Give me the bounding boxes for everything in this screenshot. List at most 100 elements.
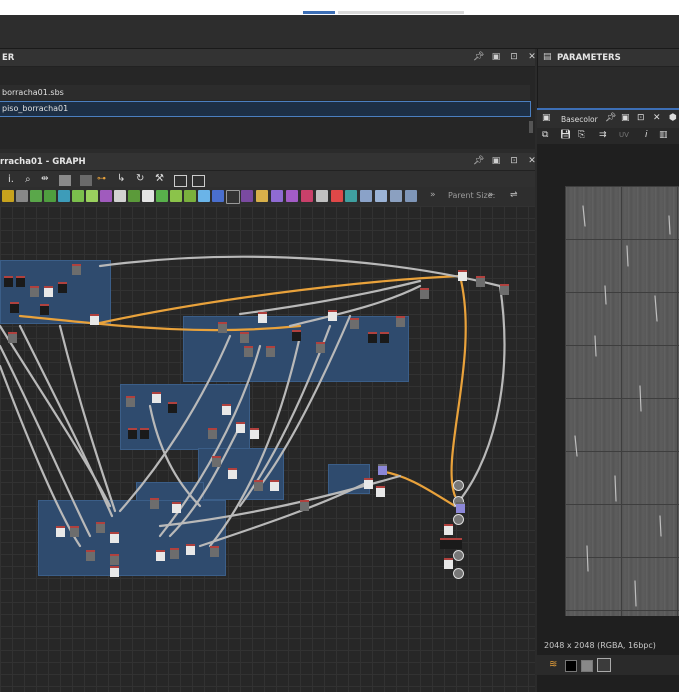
float-icon[interactable]: ▣ bbox=[491, 156, 501, 166]
output-node[interactable] bbox=[453, 568, 464, 579]
maximize-icon[interactable]: ⊡ bbox=[509, 52, 519, 62]
screenshot-icon[interactable] bbox=[174, 175, 187, 187]
maximize-icon[interactable]: ⊡ bbox=[509, 156, 519, 166]
graph-node[interactable] bbox=[266, 346, 275, 357]
pin-icon[interactable]: 📌︎ bbox=[605, 113, 616, 123]
uv-icon[interactable]: UV bbox=[619, 131, 629, 139]
explorer-package-row[interactable]: borracha01.sbs bbox=[0, 85, 530, 100]
graph-node[interactable] bbox=[254, 480, 263, 491]
graph-node[interactable] bbox=[380, 332, 389, 343]
graph-node[interactable] bbox=[10, 302, 19, 313]
graph-node[interactable] bbox=[56, 526, 65, 537]
node-icon[interactable] bbox=[316, 190, 328, 202]
graph-node[interactable] bbox=[72, 264, 81, 275]
graph-node[interactable] bbox=[376, 486, 385, 497]
node-icon[interactable] bbox=[86, 190, 98, 202]
reroute-icon[interactable]: ↳ bbox=[117, 173, 125, 184]
graph-node[interactable] bbox=[172, 502, 181, 513]
node-icon[interactable] bbox=[2, 190, 14, 202]
info-icon[interactable]: i bbox=[645, 130, 648, 140]
node-icon[interactable] bbox=[100, 190, 112, 202]
node-icon[interactable] bbox=[72, 190, 84, 202]
cube-icon[interactable]: ⬢ bbox=[669, 113, 677, 123]
node-icon[interactable] bbox=[360, 190, 372, 202]
graph-node[interactable] bbox=[270, 480, 279, 491]
node-icon[interactable] bbox=[16, 190, 28, 202]
graph-node[interactable] bbox=[258, 312, 267, 323]
graph-node[interactable] bbox=[110, 532, 119, 543]
pin-icon[interactable]: 📌︎ bbox=[473, 156, 484, 166]
graph-node[interactable] bbox=[90, 314, 99, 325]
graph-node[interactable] bbox=[30, 286, 39, 297]
graph-node[interactable] bbox=[208, 428, 217, 439]
refresh-icon[interactable]: ↻ bbox=[136, 173, 144, 184]
graph-node[interactable] bbox=[476, 276, 485, 287]
graph-node[interactable] bbox=[444, 558, 453, 569]
close-icon[interactable]: ✕ bbox=[527, 156, 537, 166]
graph-node[interactable] bbox=[244, 346, 253, 357]
node-icon[interactable] bbox=[170, 190, 182, 202]
graph-node[interactable] bbox=[328, 310, 337, 321]
node-icon[interactable] bbox=[212, 190, 224, 202]
graph-node[interactable] bbox=[240, 332, 249, 343]
settings-icon[interactable]: ⇌ bbox=[510, 190, 518, 200]
tools-icon[interactable]: ⚒ bbox=[155, 173, 164, 184]
window-tab[interactable] bbox=[338, 11, 464, 14]
graph-node[interactable] bbox=[4, 276, 13, 287]
graph-node[interactable] bbox=[96, 522, 105, 533]
output-node[interactable] bbox=[453, 550, 464, 561]
node-icon[interactable] bbox=[345, 190, 357, 202]
node-icon[interactable] bbox=[58, 190, 70, 202]
graph-canvas[interactable] bbox=[0, 206, 535, 692]
graph-node[interactable] bbox=[170, 548, 179, 559]
graph-node[interactable] bbox=[16, 276, 25, 287]
align-icon[interactable]: ⇹ bbox=[41, 174, 49, 184]
image-icon[interactable] bbox=[597, 658, 611, 672]
node-icon[interactable] bbox=[184, 190, 196, 202]
node-icon[interactable] bbox=[44, 190, 56, 202]
node-icon[interactable] bbox=[142, 190, 154, 202]
maximize-icon[interactable]: ⊡ bbox=[637, 113, 645, 123]
graph-node[interactable] bbox=[110, 554, 119, 565]
graph-node[interactable] bbox=[86, 550, 95, 561]
graph-node[interactable] bbox=[420, 288, 429, 299]
graph-node[interactable] bbox=[126, 396, 135, 407]
graph-node[interactable] bbox=[364, 478, 373, 489]
graph-node[interactable] bbox=[212, 456, 221, 467]
node-icon[interactable] bbox=[256, 190, 268, 202]
search-icon[interactable]: ⌕ bbox=[25, 174, 31, 185]
graph-node[interactable] bbox=[444, 524, 453, 535]
node-icon[interactable] bbox=[390, 190, 402, 202]
graph-node[interactable] bbox=[150, 498, 159, 509]
graph-node[interactable] bbox=[40, 304, 49, 315]
toolbar-overflow[interactable]: » bbox=[430, 190, 436, 200]
node-icon[interactable] bbox=[198, 190, 210, 202]
2d-view-tab-label[interactable]: Basecolor bbox=[561, 115, 598, 124]
graph-node[interactable] bbox=[222, 404, 231, 415]
node-icon[interactable] bbox=[241, 190, 253, 202]
graph-node[interactable] bbox=[128, 428, 137, 439]
frame-icon[interactable] bbox=[59, 175, 71, 186]
graph-node[interactable] bbox=[350, 318, 359, 329]
graph-node[interactable] bbox=[70, 526, 79, 537]
close-icon[interactable]: ✕ bbox=[527, 52, 537, 62]
graph-node[interactable] bbox=[300, 500, 309, 511]
graph-node[interactable] bbox=[8, 332, 17, 343]
node-icon[interactable] bbox=[286, 190, 298, 202]
graph-node[interactable] bbox=[156, 550, 165, 561]
texture-preview[interactable] bbox=[565, 186, 679, 616]
output-node[interactable] bbox=[453, 480, 464, 491]
copy-icon[interactable]: ⧉ bbox=[542, 130, 548, 140]
histogram-icon[interactable]: ▥ bbox=[659, 130, 668, 140]
graph-node[interactable] bbox=[500, 284, 509, 295]
black-swatch[interactable] bbox=[565, 660, 577, 672]
graph-node[interactable] bbox=[110, 566, 119, 577]
node-icon[interactable] bbox=[30, 190, 42, 202]
graph-node[interactable] bbox=[250, 428, 259, 439]
save-icon[interactable]: 💾︎ bbox=[560, 130, 571, 140]
node-icon[interactable] bbox=[271, 190, 283, 202]
graph-node[interactable] bbox=[440, 538, 462, 549]
channels-icon[interactable]: ⇉ bbox=[599, 130, 607, 140]
float-icon[interactable]: ▣ bbox=[621, 113, 630, 123]
graph-node[interactable] bbox=[168, 402, 177, 413]
